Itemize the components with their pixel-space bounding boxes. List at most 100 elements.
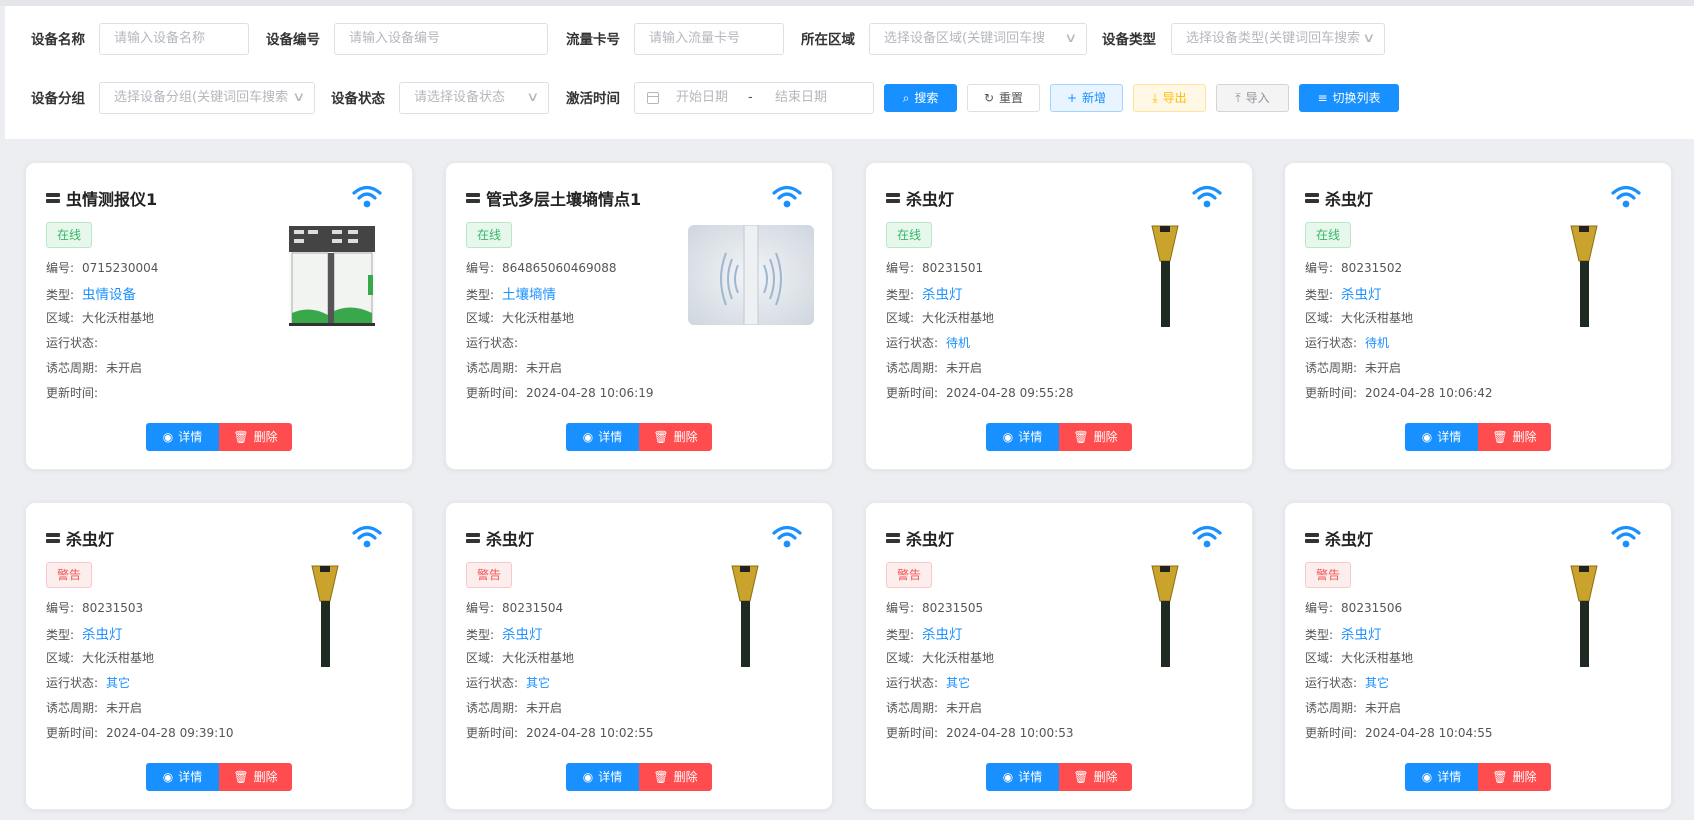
delete-button[interactable]: 🗑 删除 — [639, 763, 712, 791]
code-value: 80231503 — [82, 601, 144, 615]
device-name-input[interactable]: 请输入设备名称 — [99, 23, 249, 55]
switch-list-button[interactable]: ≡ 切换列表 — [1299, 84, 1399, 112]
code-label: 编号: — [1305, 261, 1334, 275]
update-time-value: 2024-04-28 10:06:19 — [526, 386, 654, 400]
delete-button[interactable]: 🗑 删除 — [1478, 423, 1551, 451]
device-status-select-placeholder: 请选择设备状态 — [414, 90, 506, 105]
update-time-row: 更新时间: 2024-04-28 10:06:42 — [1305, 384, 1493, 401]
update-time-label: 更新时间: — [466, 386, 519, 400]
add-button[interactable]: + 新增 — [1050, 84, 1123, 112]
detail-button[interactable]: ◉ 详情 — [146, 763, 219, 791]
lure-cycle-value: 未开启 — [1365, 701, 1402, 715]
device-code-input[interactable]: 请输入设备编号 — [334, 23, 548, 55]
run-status-label: 运行状态: — [46, 676, 99, 690]
code-label: 编号: — [466, 601, 495, 615]
type-value-link[interactable]: 虫情设备 — [82, 287, 136, 303]
lure-cycle-row: 诱芯周期: 未开启 — [1305, 699, 1401, 716]
lure-cycle-value: 未开启 — [526, 701, 563, 715]
run-status-value: 待机 — [946, 336, 971, 350]
reset-button[interactable]: ↻ 重置 — [967, 84, 1040, 112]
type-value-link[interactable]: 杀虫灯 — [502, 627, 543, 643]
update-time-row: 更新时间: 2024-04-28 10:06:19 — [466, 384, 654, 401]
detail-button[interactable]: ◉ 详情 — [566, 763, 639, 791]
device-type-row: 类型: 杀虫灯 — [886, 283, 963, 303]
device-type-select[interactable]: 选择设备类型(关键词回车搜索 ∨ — [1171, 23, 1385, 55]
code-value: 80231505 — [922, 601, 984, 615]
eye-icon: ◉ — [1002, 770, 1014, 784]
lure-cycle-row: 诱芯周期: 未开启 — [886, 359, 982, 376]
device-code-row: 编号: 80231505 — [886, 599, 983, 616]
delete-button[interactable]: 🗑 删除 — [1478, 763, 1551, 791]
device-type-row: 类型: 虫情设备 — [46, 283, 136, 303]
detail-button[interactable]: ◉ 详情 — [566, 423, 639, 451]
search-icon: ⌕ — [902, 91, 910, 105]
flow-card-input[interactable]: 请输入流量卡号 — [634, 23, 784, 55]
type-value-link[interactable]: 杀虫灯 — [82, 627, 123, 643]
type-value-link[interactable]: 土壤墒情 — [502, 287, 556, 303]
device-title-text: 管式多层土壤墒情点1 — [486, 190, 642, 209]
delete-button[interactable]: 🗑 删除 — [219, 423, 292, 451]
wifi-signal-icon — [1192, 185, 1222, 209]
detail-button[interactable]: ◉ 详情 — [1405, 763, 1478, 791]
device-code-row: 编号: 80231503 — [46, 599, 143, 616]
type-label: 类型: — [466, 628, 495, 642]
detail-button[interactable]: ◉ 详情 — [1405, 423, 1478, 451]
activation-time-label: 激活时间 — [566, 91, 620, 107]
search-button[interactable]: ⌕ 搜索 — [884, 84, 957, 112]
import-button[interactable]: ⤒ 导入 — [1216, 84, 1289, 112]
download-icon: ⤓ — [1152, 91, 1158, 105]
trash-icon: 🗑 — [1073, 770, 1089, 784]
area-select[interactable]: 选择设备区域(关键词回车搜 ∨ — [869, 23, 1087, 55]
type-value-link[interactable]: 杀虫灯 — [1341, 627, 1382, 643]
detail-button[interactable]: ◉ 详情 — [986, 423, 1059, 451]
type-label: 类型: — [1305, 628, 1334, 642]
delete-button[interactable]: 🗑 删除 — [219, 763, 292, 791]
run-status-row: 运行状态: 待机 — [1305, 334, 1389, 351]
export-button-label: 导出 — [1162, 91, 1187, 105]
lure-cycle-value: 未开启 — [106, 701, 143, 715]
update-time-value: 2024-04-28 09:55:28 — [946, 386, 1074, 400]
delete-button[interactable]: 🗑 删除 — [1059, 763, 1132, 791]
run-status-label: 运行状态: — [466, 336, 519, 350]
device-area-row: 区域: 大化沃柑基地 — [46, 309, 154, 326]
area-label: 区域: — [46, 311, 75, 325]
device-code-row: 编号: 864865060469088 — [466, 259, 617, 276]
update-time-label: 更新时间: — [46, 726, 99, 740]
delete-button-label: 删除 — [1093, 430, 1118, 444]
detail-button[interactable]: ◉ 详情 — [986, 763, 1059, 791]
area-label: 所在区域 — [801, 32, 855, 48]
lure-cycle-value: 未开启 — [946, 361, 983, 375]
device-group-select[interactable]: 选择设备分组(关键词回车搜索 ∨ — [99, 82, 315, 114]
device-card-title: 杀虫灯 — [886, 186, 954, 210]
start-date-input[interactable]: 开始日期 — [676, 83, 728, 113]
lure-cycle-value: 未开启 — [946, 701, 983, 715]
device-area-row: 区域: 大化沃柑基地 — [1305, 309, 1413, 326]
device-title-text: 杀虫灯 — [906, 190, 955, 209]
trash-icon: 🗑 — [233, 770, 249, 784]
device-status-select[interactable]: 请选择设备状态 ∨ — [399, 82, 549, 114]
detail-button-label: 详情 — [178, 430, 203, 444]
detail-button-label: 详情 — [598, 770, 623, 784]
detail-button[interactable]: ◉ 详情 — [146, 423, 219, 451]
lure-cycle-label: 诱芯周期: — [1305, 701, 1358, 715]
type-value-link[interactable]: 杀虫灯 — [922, 287, 963, 303]
device-type-row: 类型: 杀虫灯 — [886, 623, 963, 643]
device-card-title: 杀虫灯 — [886, 526, 954, 550]
chevron-down-icon: ∨ — [292, 90, 306, 105]
detail-button-label: 详情 — [178, 770, 203, 784]
end-date-input[interactable]: 结束日期 — [775, 83, 827, 113]
device-type-row: 类型: 杀虫灯 — [466, 623, 543, 643]
add-button-label: 新增 — [1082, 91, 1107, 105]
lure-cycle-label: 诱芯周期: — [46, 361, 99, 375]
type-value-link[interactable]: 杀虫灯 — [922, 627, 963, 643]
update-time-value: 2024-04-28 09:39:10 — [106, 726, 234, 740]
run-status-label: 运行状态: — [1305, 336, 1358, 350]
delete-button[interactable]: 🗑 删除 — [639, 423, 712, 451]
type-value-link[interactable]: 杀虫灯 — [1341, 287, 1382, 303]
delete-button[interactable]: 🗑 删除 — [1059, 423, 1132, 451]
type-label: 类型: — [466, 288, 495, 302]
area-label: 区域: — [1305, 651, 1334, 665]
export-button[interactable]: ⤓ 导出 — [1133, 84, 1206, 112]
update-time-value: 2024-04-28 10:06:42 — [1365, 386, 1493, 400]
activation-date-range[interactable]: 开始日期 - 结束日期 — [634, 82, 874, 114]
